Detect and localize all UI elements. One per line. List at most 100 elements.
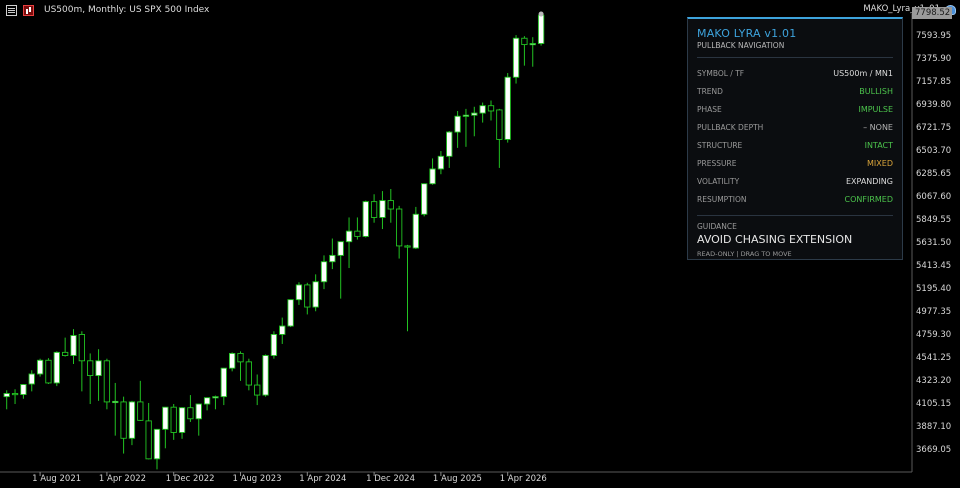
- panel-row-key: SYMBOL / TF: [697, 68, 745, 78]
- candle[interactable]: [203, 397, 211, 411]
- price-axis-label: 4323.20: [916, 375, 952, 386]
- candle[interactable]: [120, 396, 127, 454]
- candle[interactable]: [446, 131, 453, 168]
- candle[interactable]: [254, 374, 261, 406]
- candle-body: [354, 230, 361, 237]
- candle-body: [153, 428, 161, 460]
- candle[interactable]: [137, 380, 144, 421]
- candle[interactable]: [370, 194, 378, 223]
- candle[interactable]: [11, 389, 19, 405]
- panel-row: PULLBACK DEPTH – NONE: [697, 118, 893, 136]
- candle[interactable]: [87, 353, 94, 405]
- candle[interactable]: [471, 106, 478, 137]
- candle[interactable]: [512, 35, 520, 84]
- candle-body: [145, 420, 152, 460]
- candle[interactable]: [178, 407, 186, 439]
- price-axis[interactable]: 7798.52 7593.95 7375.90 7157.85 6939.80 6721…: [912, 0, 960, 472]
- candle[interactable]: [529, 37, 536, 67]
- candle[interactable]: [337, 241, 344, 299]
- candle[interactable]: [195, 403, 202, 436]
- candle[interactable]: [429, 158, 436, 185]
- candle[interactable]: [421, 183, 428, 217]
- candle[interactable]: [78, 331, 86, 392]
- candle[interactable]: [28, 370, 35, 392]
- candle-body: [187, 407, 194, 420]
- candle[interactable]: [128, 400, 136, 446]
- time-axis[interactable]: 1 Aug 2021 1 Apr 2022 1 Dec 2022 1 Aug 2023…: [0, 472, 912, 488]
- candle-body: [162, 406, 169, 430]
- guidance-text: AVOID CHASING EXTENSION: [697, 233, 853, 246]
- candle[interactable]: [329, 238, 336, 270]
- panel-row: STRUCTURE INTACT: [697, 136, 893, 154]
- candle[interactable]: [354, 217, 361, 240]
- candle-body: [237, 352, 244, 363]
- candle[interactable]: [279, 317, 286, 344]
- candle[interactable]: [112, 382, 119, 436]
- chart-bars-icon[interactable]: [23, 4, 34, 16]
- candle[interactable]: [479, 102, 486, 123]
- candle[interactable]: [412, 206, 419, 250]
- candle[interactable]: [270, 331, 278, 359]
- panel-row-key: RESUMPTION: [697, 194, 747, 204]
- candle[interactable]: [345, 217, 353, 269]
- candle[interactable]: [454, 110, 461, 148]
- price-axis-label: 5413.45: [916, 260, 952, 271]
- candle[interactable]: [496, 108, 503, 168]
- candle-body: [345, 230, 353, 243]
- candle[interactable]: [170, 404, 177, 440]
- candle-body: [170, 406, 177, 433]
- panel-row: RESUMPTION CONFIRMED: [697, 190, 893, 208]
- panel-row-value: BULLISH: [859, 86, 893, 96]
- candle[interactable]: [70, 329, 77, 364]
- panel-row-key: PHASE: [697, 104, 722, 114]
- candle[interactable]: [95, 349, 102, 401]
- candle[interactable]: [62, 337, 69, 357]
- candle[interactable]: [287, 299, 294, 328]
- panel-row: TREND BULLISH: [697, 82, 893, 100]
- candle[interactable]: [404, 244, 411, 332]
- candle[interactable]: [521, 36, 528, 66]
- candle[interactable]: [153, 428, 161, 470]
- candle[interactable]: [228, 352, 236, 372]
- candle[interactable]: [53, 351, 60, 387]
- time-axis-label: 1 Apr 2026: [499, 474, 547, 484]
- candle[interactable]: [220, 367, 227, 406]
- candle[interactable]: [212, 395, 219, 410]
- panel-row-key: VOLATILITY: [697, 176, 740, 186]
- candle[interactable]: [487, 100, 495, 121]
- candle-body: [11, 393, 19, 396]
- candle[interactable]: [103, 358, 111, 410]
- candle[interactable]: [245, 358, 252, 391]
- candle[interactable]: [387, 188, 394, 223]
- candle-body: [62, 351, 69, 356]
- candle[interactable]: [396, 205, 403, 259]
- panel-row: VOLATILITY EXPANDING: [697, 172, 893, 190]
- candle[interactable]: [295, 282, 303, 305]
- price-axis-label: 7375.90: [916, 53, 952, 64]
- candle[interactable]: [304, 282, 311, 315]
- candle[interactable]: [45, 358, 52, 384]
- candle[interactable]: [3, 390, 10, 410]
- candle-body: [287, 299, 294, 327]
- candle[interactable]: [187, 395, 194, 422]
- menu-icon[interactable]: [6, 4, 17, 16]
- candle-body: [28, 373, 35, 385]
- candle[interactable]: [36, 358, 44, 377]
- candle[interactable]: [379, 191, 386, 230]
- time-axis-label: 1 Apr 2022: [98, 474, 147, 484]
- candle[interactable]: [362, 200, 369, 238]
- candle[interactable]: [237, 351, 244, 381]
- candle[interactable]: [262, 354, 269, 397]
- candle-body: [479, 105, 486, 114]
- candle[interactable]: [462, 108, 470, 147]
- candle[interactable]: [312, 274, 319, 312]
- candle[interactable]: [162, 406, 169, 449]
- candle[interactable]: [145, 402, 152, 460]
- panel-row: PHASE IMPULSE: [697, 100, 893, 118]
- candle[interactable]: [20, 383, 27, 399]
- mako-lyra-panel[interactable]: MAKO LYRA v1.01 PULLBACK NAVIGATION SYMB…: [687, 17, 903, 260]
- candle[interactable]: [437, 151, 445, 175]
- candle[interactable]: [320, 255, 328, 290]
- candle[interactable]: [504, 73, 511, 143]
- price-axis-label: 6721.75: [916, 122, 952, 133]
